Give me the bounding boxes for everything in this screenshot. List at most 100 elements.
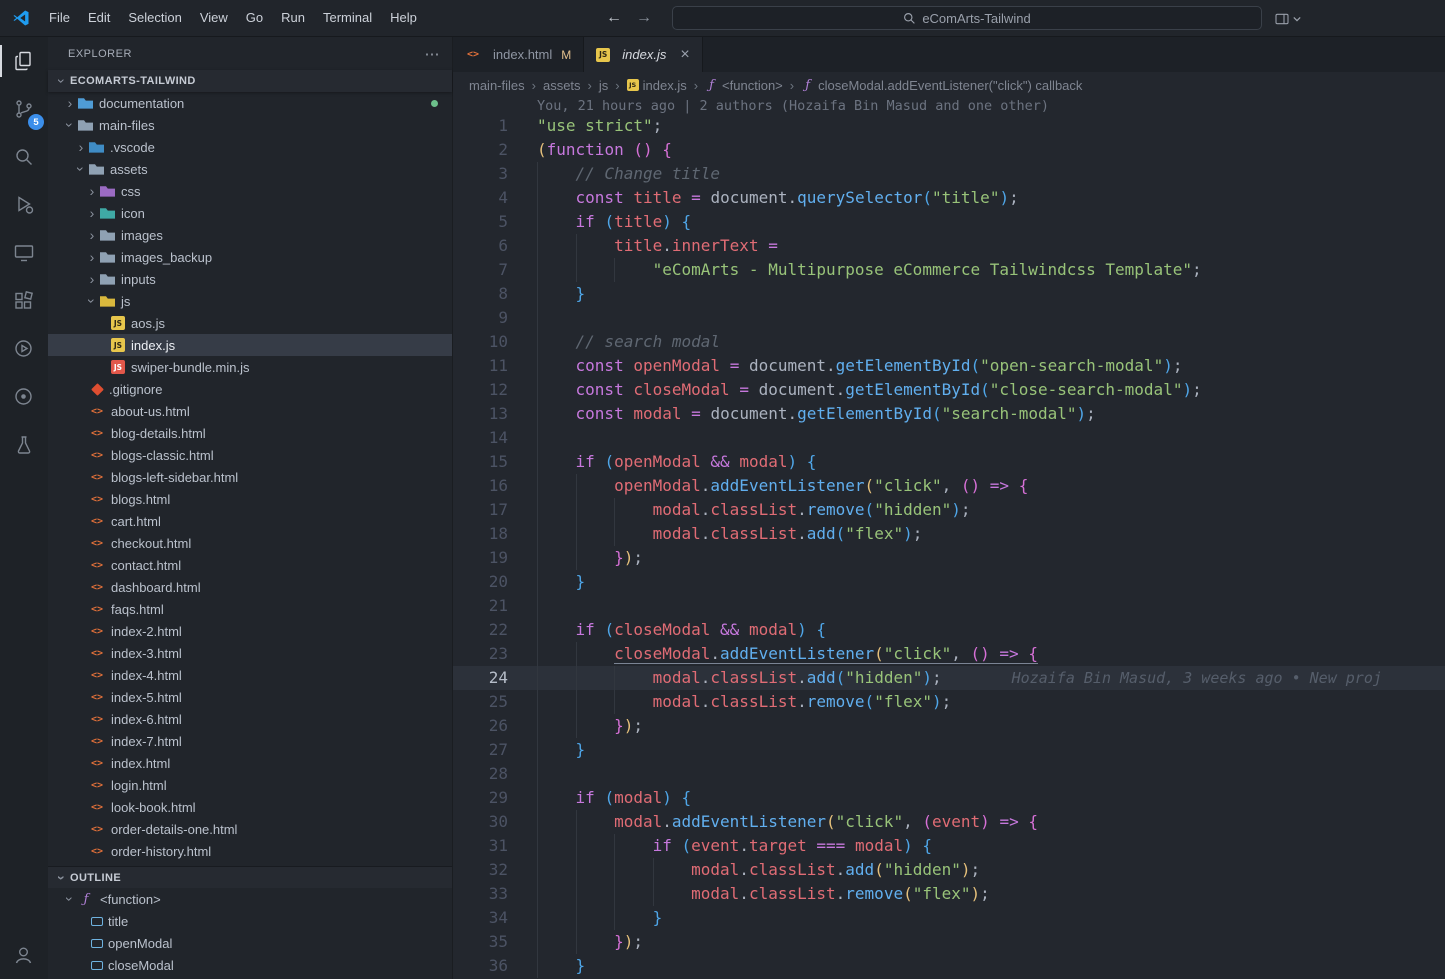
- line-number[interactable]: 8: [453, 282, 537, 306]
- tree-item-index-4-html[interactable]: <>index-4.html: [48, 664, 452, 686]
- code-line-36[interactable]: 36 }: [453, 954, 1445, 978]
- tree-item-images-backup[interactable]: ›images_backup: [48, 246, 452, 268]
- line-number[interactable]: 29: [453, 786, 537, 810]
- navigate-forward-button[interactable]: →: [636, 9, 652, 27]
- code-line-15[interactable]: 15 if (openModal && modal) {: [453, 450, 1445, 474]
- activity-run-debug-button[interactable]: [0, 181, 48, 229]
- tree-item-images[interactable]: ›images: [48, 224, 452, 246]
- tree-item-index-7-html[interactable]: <>index-7.html: [48, 730, 452, 752]
- tree-item-order-details-one-html[interactable]: <>order-details-one.html: [48, 818, 452, 840]
- tree-item-assets[interactable]: ›assets: [48, 158, 452, 180]
- code-line-30[interactable]: 30 modal.addEventListener("click", (even…: [453, 810, 1445, 834]
- code-line-24[interactable]: 24 modal.classList.add("hidden");Hozaifa…: [453, 666, 1445, 690]
- line-number[interactable]: 6: [453, 234, 537, 258]
- project-root-header[interactable]: › ECOMARTS-TAILWIND: [48, 70, 452, 92]
- code-line-35[interactable]: 35 });: [453, 930, 1445, 954]
- tree-item-cart-html[interactable]: <>cart.html: [48, 510, 452, 532]
- tree-item-js[interactable]: ›js: [48, 290, 452, 312]
- code-line-6[interactable]: 6 title.innerText =: [453, 234, 1445, 258]
- breadcrumb-item-main-files[interactable]: main-files: [469, 78, 525, 93]
- tree-item-index-5-html[interactable]: <>index-5.html: [48, 686, 452, 708]
- code-line-11[interactable]: 11 const openModal = document.getElement…: [453, 354, 1445, 378]
- command-center-search[interactable]: eComArts-Tailwind: [672, 6, 1262, 30]
- tree-item--vscode[interactable]: ›.vscode: [48, 136, 452, 158]
- code-line-21[interactable]: 21: [453, 594, 1445, 618]
- line-number[interactable]: 12: [453, 378, 537, 402]
- activity-source-control-button[interactable]: 5: [0, 85, 48, 133]
- tab-index-js[interactable]: JSindex.js×: [584, 37, 702, 72]
- customize-layout-button[interactable]: [1274, 7, 1301, 31]
- line-number[interactable]: 9: [453, 306, 537, 330]
- tree-item-inputs[interactable]: ›inputs: [48, 268, 452, 290]
- code-line-19[interactable]: 19 });: [453, 546, 1445, 570]
- menu-edit[interactable]: Edit: [79, 0, 119, 36]
- line-number[interactable]: 3: [453, 162, 537, 186]
- line-number[interactable]: 35: [453, 930, 537, 954]
- tree-item-index-js[interactable]: JSindex.js: [48, 334, 452, 356]
- line-number[interactable]: 17: [453, 498, 537, 522]
- activity-extensions-button[interactable]: [0, 277, 48, 325]
- menu-run[interactable]: Run: [272, 0, 314, 36]
- tree-item-blogs-left-sidebar-html[interactable]: <>blogs-left-sidebar.html: [48, 466, 452, 488]
- line-number[interactable]: 27: [453, 738, 537, 762]
- breadcrumb-item-closemodal-addeventlistener-cl[interactable]: ƒcloseModal.addEventListener("click") ca…: [801, 78, 1082, 93]
- tree-item-dashboard-html[interactable]: <>dashboard.html: [48, 576, 452, 598]
- account-button[interactable]: [0, 931, 48, 979]
- code-line-33[interactable]: 33 modal.classList.remove("flex");: [453, 882, 1445, 906]
- line-number[interactable]: 13: [453, 402, 537, 426]
- code-line-7[interactable]: 7 "eComArts - Multipurpose eCommerce Tai…: [453, 258, 1445, 282]
- outline-item-title[interactable]: title: [48, 910, 452, 932]
- breadcrumb-item--function-[interactable]: ƒ<function>: [705, 78, 783, 93]
- menu-help[interactable]: Help: [381, 0, 426, 36]
- line-number[interactable]: 31: [453, 834, 537, 858]
- navigate-back-button[interactable]: ←: [606, 9, 622, 27]
- tree-item-documentation[interactable]: ›documentation: [48, 92, 452, 114]
- tree-item-index-3-html[interactable]: <>index-3.html: [48, 642, 452, 664]
- code-line-10[interactable]: 10 // search modal: [453, 330, 1445, 354]
- line-number[interactable]: 24: [453, 666, 537, 690]
- line-number[interactable]: 34: [453, 906, 537, 930]
- activity-testing-button[interactable]: [0, 421, 48, 469]
- code-line-4[interactable]: 4 const title = document.querySelector("…: [453, 186, 1445, 210]
- tree-item-aos-js[interactable]: JSaos.js: [48, 312, 452, 334]
- code-line-31[interactable]: 31 if (event.target === modal) {: [453, 834, 1445, 858]
- tree-item-index-html[interactable]: <>index.html: [48, 752, 452, 774]
- code-line-17[interactable]: 17 modal.classList.remove("hidden");: [453, 498, 1445, 522]
- tree-item-index-6-html[interactable]: <>index-6.html: [48, 708, 452, 730]
- line-number[interactable]: 1: [453, 114, 537, 138]
- code-line-14[interactable]: 14: [453, 426, 1445, 450]
- line-number[interactable]: 15: [453, 450, 537, 474]
- line-number[interactable]: 23: [453, 642, 537, 666]
- code-line-12[interactable]: 12 const closeModal = document.getElemen…: [453, 378, 1445, 402]
- menu-selection[interactable]: Selection: [119, 0, 190, 36]
- line-number[interactable]: 26: [453, 714, 537, 738]
- code-line-28[interactable]: 28: [453, 762, 1445, 786]
- line-number[interactable]: 33: [453, 882, 537, 906]
- line-number[interactable]: 5: [453, 210, 537, 234]
- codelens-authors[interactable]: You, 21 hours ago | 2 authors (Hozaifa B…: [537, 98, 1445, 114]
- code-line-34[interactable]: 34 }: [453, 906, 1445, 930]
- code-line-26[interactable]: 26 });: [453, 714, 1445, 738]
- tree-item-icon[interactable]: ›icon: [48, 202, 452, 224]
- tree-item--gitignore[interactable]: .gitignore: [48, 378, 452, 400]
- close-tab-icon[interactable]: ×: [680, 46, 689, 64]
- line-number[interactable]: 22: [453, 618, 537, 642]
- line-number[interactable]: 25: [453, 690, 537, 714]
- code-line-8[interactable]: 8 }: [453, 282, 1445, 306]
- activity-remote-explorer-button[interactable]: [0, 229, 48, 277]
- line-number[interactable]: 20: [453, 570, 537, 594]
- code-line-9[interactable]: 9: [453, 306, 1445, 330]
- line-number[interactable]: 4: [453, 186, 537, 210]
- activity-explorer-button[interactable]: [0, 37, 48, 85]
- line-number[interactable]: 16: [453, 474, 537, 498]
- outline-header[interactable]: › OUTLINE: [48, 866, 452, 888]
- code-line-25[interactable]: 25 modal.classList.remove("flex");: [453, 690, 1445, 714]
- activity-extension-record-button[interactable]: [0, 373, 48, 421]
- breadcrumb-item-assets[interactable]: assets: [543, 78, 581, 93]
- code-line-5[interactable]: 5 if (title) {: [453, 210, 1445, 234]
- code-line-29[interactable]: 29 if (modal) {: [453, 786, 1445, 810]
- tree-item-blogs-classic-html[interactable]: <>blogs-classic.html: [48, 444, 452, 466]
- tree-item-faqs-html[interactable]: <>faqs.html: [48, 598, 452, 620]
- tab-index-html[interactable]: <>index.htmlM: [453, 37, 584, 72]
- tree-item-contact-html[interactable]: <>contact.html: [48, 554, 452, 576]
